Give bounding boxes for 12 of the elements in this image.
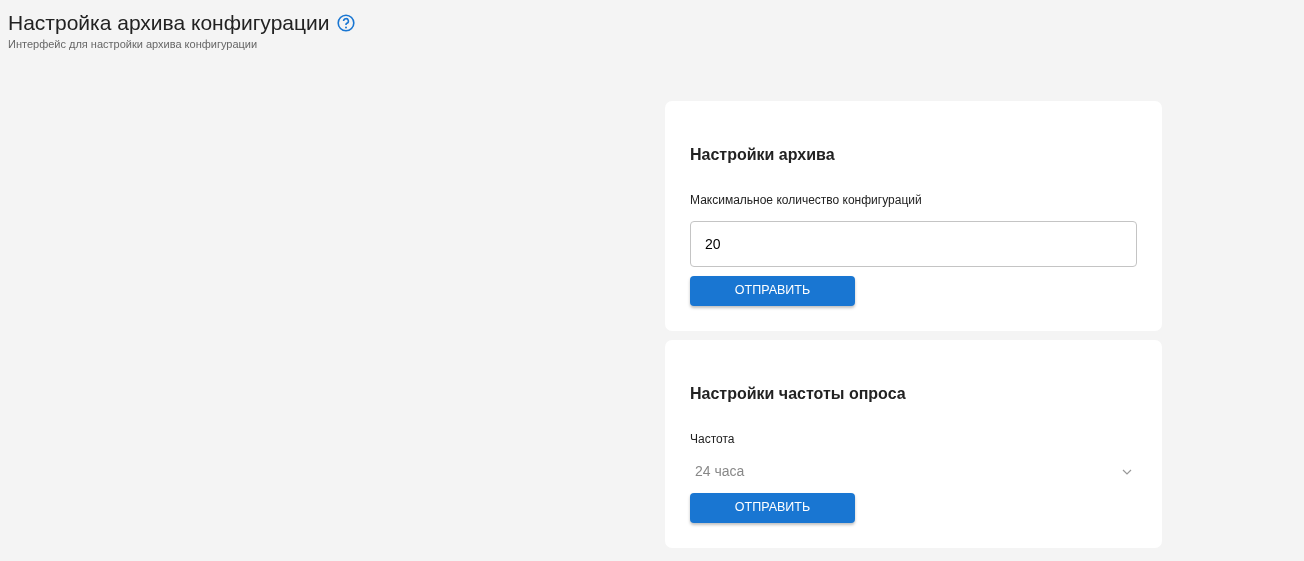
card-title: Настройки частоты опроса <box>690 383 907 404</box>
card-title: Настройки архива <box>690 144 836 165</box>
field-label: Максимальное количество конфигураций <box>690 191 923 209</box>
submit-button[interactable]: ОТПРАВИТЬ <box>690 275 855 306</box>
submit-button[interactable]: ОТПРАВИТЬ <box>690 492 855 523</box>
help-icon[interactable] <box>337 14 356 32</box>
select-field[interactable]: 24 часа <box>690 459 1137 484</box>
input-field[interactable]: 20 <box>690 220 1137 267</box>
page-subtitle: Интерфейс для настройки архива конфигурации <box>8 37 259 52</box>
page-title: Настройка архива конфигурации <box>8 10 330 36</box>
chevron-down-icon <box>1122 468 1132 475</box>
field-label: Частота <box>690 430 736 448</box>
